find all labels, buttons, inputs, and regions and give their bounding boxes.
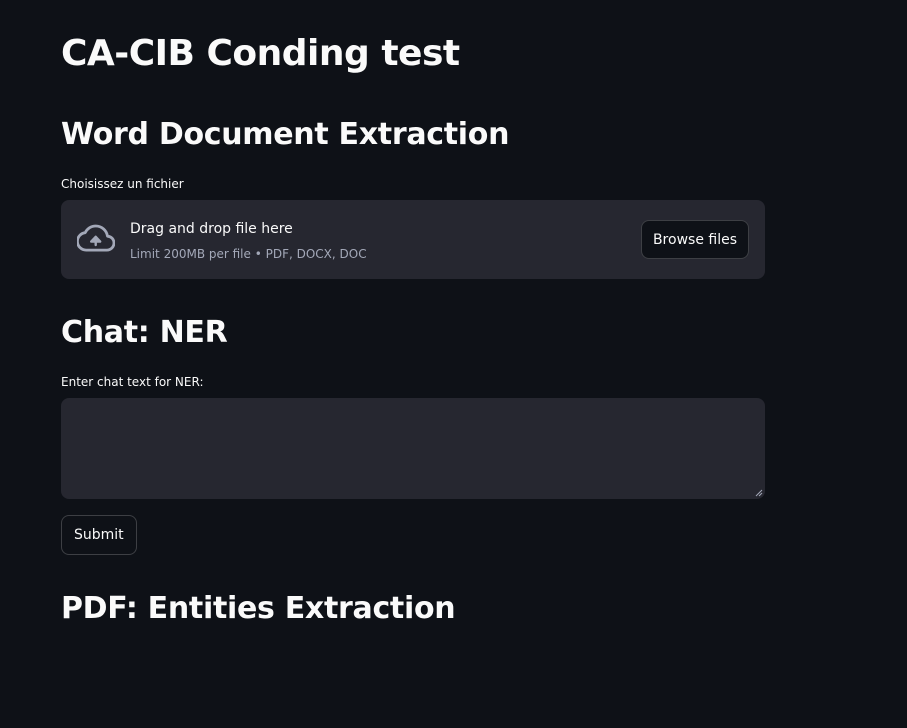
submit-button[interactable]: Submit xyxy=(61,515,137,555)
dropzone-limit-text: Limit 200MB per file • PDF, DOCX, DOC xyxy=(130,247,367,261)
chat-textarea[interactable] xyxy=(61,398,765,499)
browse-files-button[interactable]: Browse files xyxy=(640,220,749,259)
page-title: CA-CIB Conding test xyxy=(61,33,460,74)
dropzone-title: Drag and drop file here xyxy=(130,221,293,237)
file-uploader-label: Choisissez un fichier xyxy=(61,177,184,191)
word-extraction-heading: Word Document Extraction xyxy=(61,117,510,152)
file-dropzone[interactable]: Drag and drop file here Limit 200MB per … xyxy=(61,200,765,279)
chat-input-label: Enter chat text for NER: xyxy=(61,375,204,389)
chat-textarea-container xyxy=(61,398,765,499)
pdf-extraction-heading: PDF: Entities Extraction xyxy=(61,591,456,626)
chat-ner-heading: Chat: NER xyxy=(61,315,228,350)
